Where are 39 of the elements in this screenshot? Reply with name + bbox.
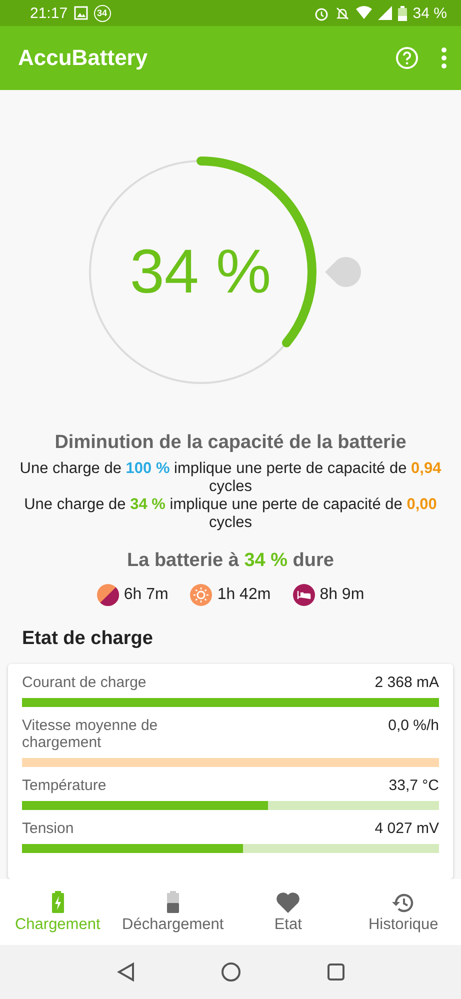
metric-label: Courant de charge bbox=[22, 674, 148, 691]
status-time: 21:17 bbox=[30, 4, 68, 22]
nav-tab[interactable]: Historique bbox=[346, 879, 461, 945]
heart-icon bbox=[276, 890, 300, 912]
duration-text: 6h 7m bbox=[124, 586, 168, 604]
bell-off-icon bbox=[334, 6, 350, 20]
metric-value: 33,7 °C bbox=[388, 777, 439, 794]
section-heading: Diminution de la capacité de la batterie bbox=[54, 432, 406, 454]
battery-duration-heading: La batterie à 34 % dure bbox=[127, 550, 334, 572]
mixed-usage-icon bbox=[96, 584, 119, 606]
metric-label: Tension bbox=[22, 820, 75, 837]
duration-text: 8h 9m bbox=[320, 586, 364, 604]
section-title: Etat de charge bbox=[22, 628, 153, 650]
nav-tab[interactable]: Etat bbox=[230, 879, 346, 945]
capacity-loss-text: Une charge de 34 % implique une perte de capacité de 0,00 cycles bbox=[23, 496, 438, 532]
bed-icon bbox=[292, 584, 315, 606]
app-title: AccuBattery bbox=[18, 45, 149, 71]
battery-icon bbox=[398, 6, 407, 20]
battery-percent: 34 % bbox=[412, 4, 447, 22]
notification-badge: 34 bbox=[94, 4, 111, 22]
charge-limit-handle[interactable] bbox=[324, 257, 360, 287]
metric-label: Température bbox=[22, 777, 108, 794]
home-icon[interactable] bbox=[220, 962, 240, 982]
wifi-icon bbox=[356, 6, 372, 20]
image-icon bbox=[74, 6, 88, 20]
metric-value: 4 027 mV bbox=[374, 820, 439, 837]
sun-icon bbox=[190, 584, 212, 606]
metric-value: 2 368 mA bbox=[374, 674, 439, 691]
charging-battery-icon bbox=[52, 890, 64, 912]
metric-label: Vitesse moyenne de chargement bbox=[22, 717, 159, 751]
metric-value: 0,0 %/h bbox=[388, 717, 439, 734]
signal-icon bbox=[378, 6, 392, 20]
recents-icon[interactable] bbox=[326, 963, 344, 981]
battery-icon bbox=[166, 890, 179, 912]
charge-percent: 34 % bbox=[130, 236, 272, 308]
alarm-icon bbox=[314, 6, 329, 20]
duration-text: 1h 42m bbox=[217, 586, 271, 604]
back-icon[interactable] bbox=[116, 962, 134, 982]
nav-tab[interactable]: Déchargement bbox=[115, 879, 230, 945]
